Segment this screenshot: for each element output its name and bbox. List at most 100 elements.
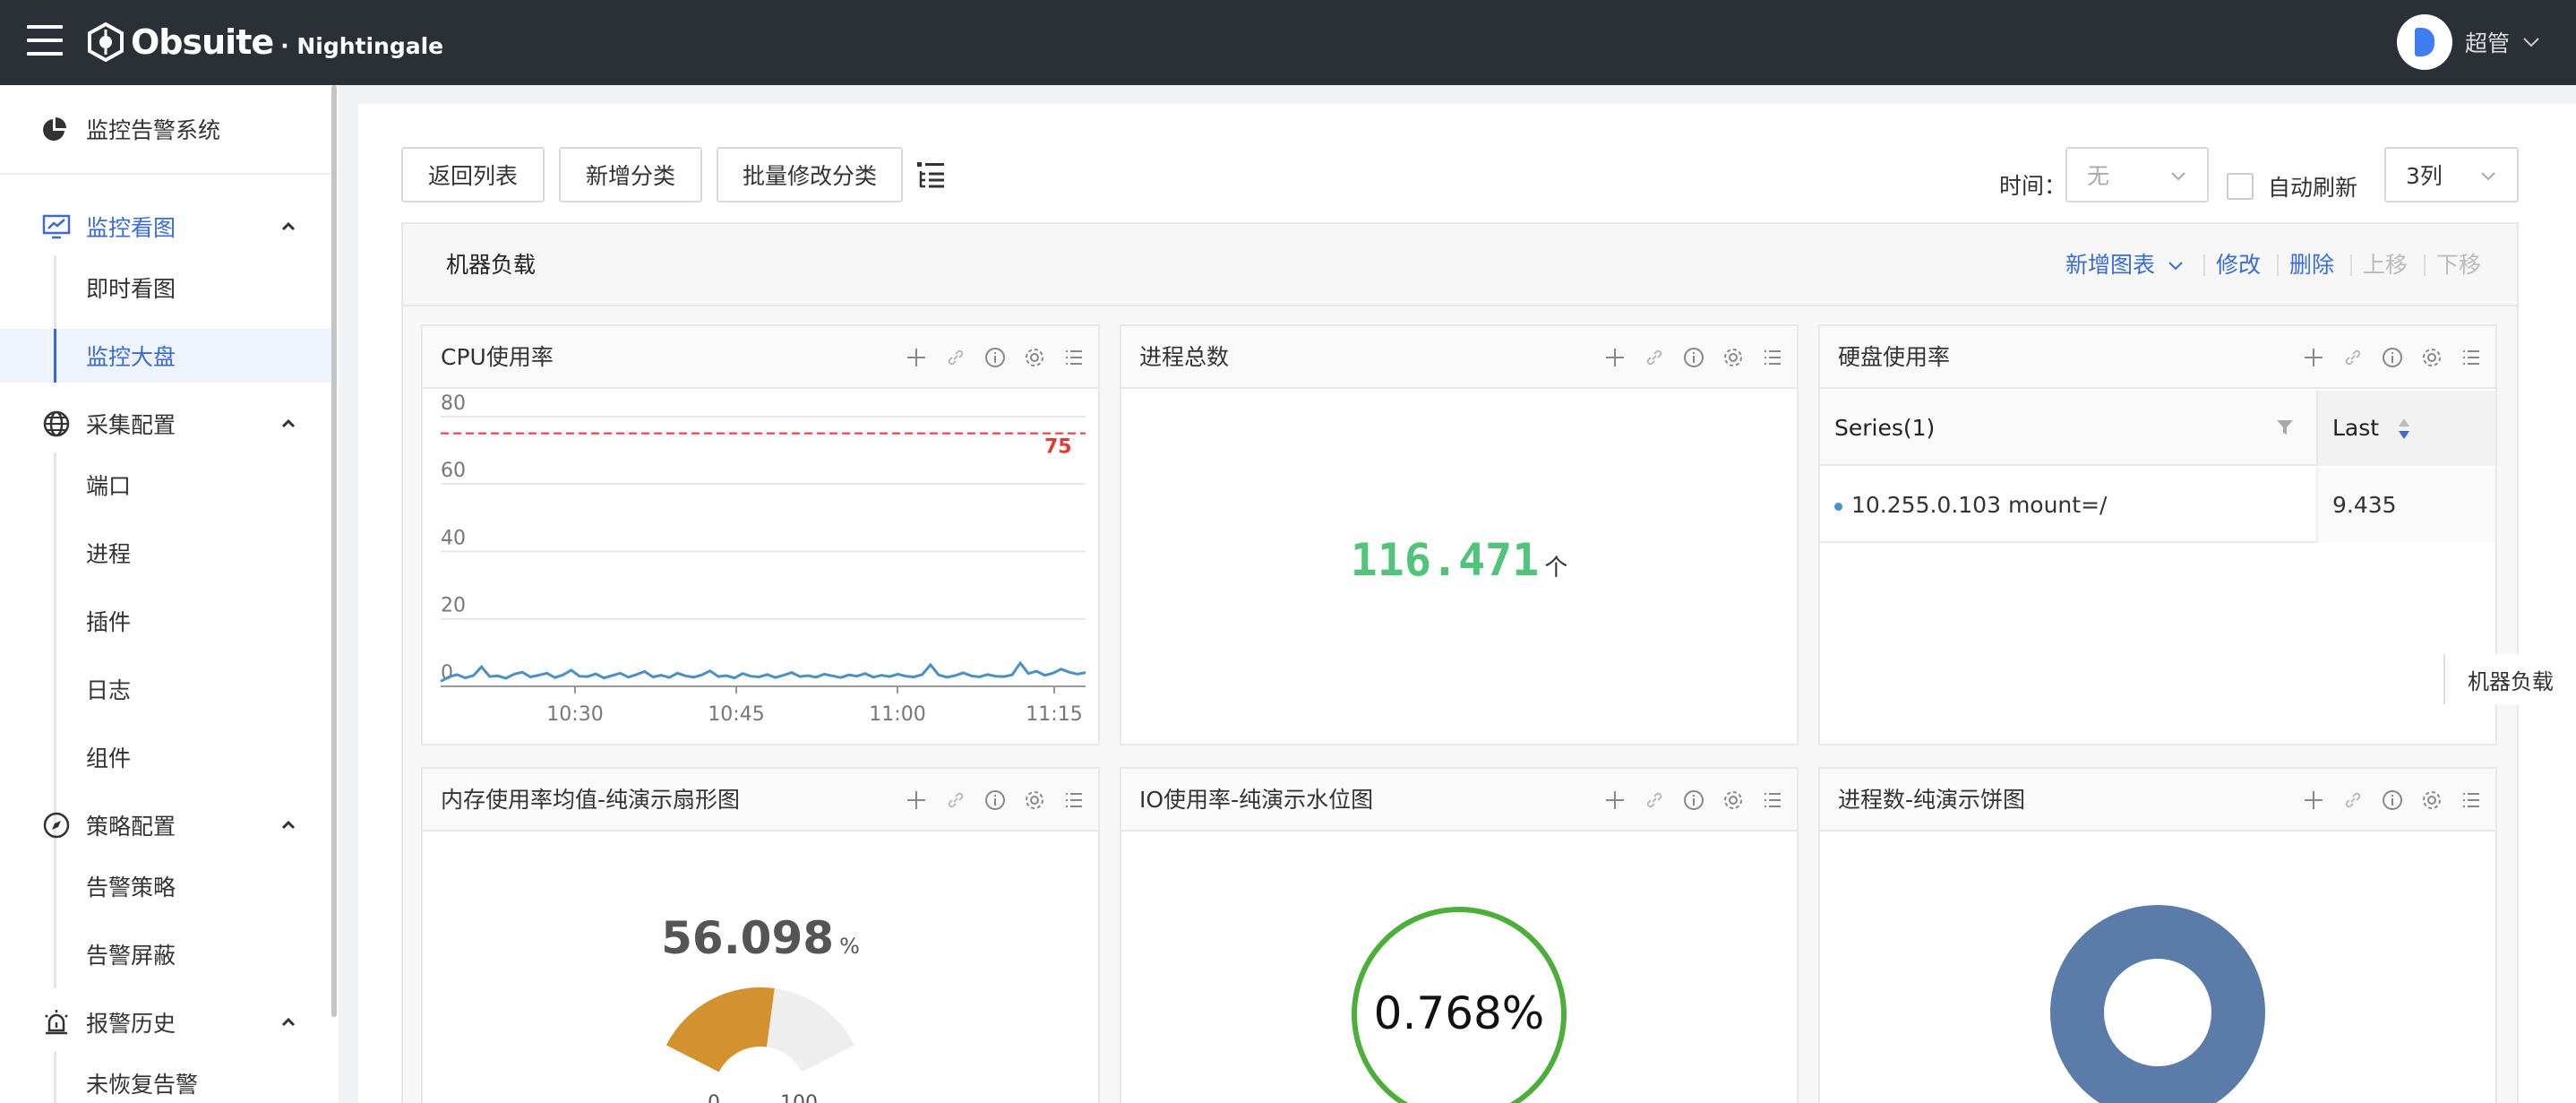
link-icon[interactable] (1643, 788, 1666, 812)
floating-group-tab[interactable]: 机器负载 (2443, 654, 2576, 704)
table-header: Series(1) Last (1820, 391, 2495, 466)
gear-icon[interactable] (1023, 346, 1046, 369)
auto-refresh-checkbox[interactable] (2227, 173, 2254, 200)
info-icon[interactable] (1682, 788, 1705, 812)
edit-group-button[interactable]: 修改 (2216, 224, 2261, 306)
memory-gauge: 0 100 (665, 987, 855, 1103)
alarm-light-icon (45, 1010, 68, 1035)
sidebar-item-log[interactable]: 日志 (0, 662, 337, 716)
sort-icon[interactable] (2397, 416, 2411, 443)
move-down-button[interactable]: 下移 (2436, 224, 2481, 306)
move-icon[interactable] (905, 788, 928, 812)
y-tick-label: 60 (441, 460, 466, 482)
panel-toolbar (889, 346, 1086, 369)
table-header-series: Series(1) (1834, 415, 1936, 441)
panel-header: 进程总数 (1121, 326, 1797, 389)
menu-list-icon[interactable] (1761, 788, 1784, 812)
time-select[interactable]: 无 (2065, 147, 2209, 203)
batch-edit-category-button[interactable]: 批量修改分类 (717, 147, 903, 203)
add-chart-dropdown[interactable]: 新增图表 (2065, 224, 2184, 306)
sidebar-group-history[interactable]: 报警历史 (0, 995, 337, 1049)
info-icon[interactable] (2381, 346, 2404, 369)
panel-title: 进程总数 (1139, 344, 1230, 370)
gauge-max-label: 100 (780, 1092, 818, 1103)
link-icon[interactable] (2341, 346, 2365, 369)
panel-toolbar (2286, 346, 2483, 369)
table-header-last-cell[interactable]: Last (2316, 391, 2495, 466)
back-to-list-button[interactable]: 返回列表 (401, 147, 545, 203)
panel-header: CPU使用率 (423, 326, 1098, 389)
sidebar-group-collect[interactable]: 采集配置 (0, 397, 337, 451)
move-icon[interactable] (1603, 346, 1627, 369)
move-icon[interactable] (2302, 346, 2325, 369)
delete-group-button[interactable]: 删除 (2289, 224, 2334, 306)
pie-area (1820, 833, 2495, 1103)
x-tick-label: 11:00 (869, 703, 925, 726)
top-bar: Obsuite · Nightingale 超管 (0, 0, 2576, 85)
info-icon[interactable] (1682, 346, 1705, 369)
link-icon[interactable] (1643, 346, 1666, 369)
gear-icon[interactable] (1722, 346, 1745, 369)
link-icon[interactable] (2341, 788, 2365, 812)
sidebar-item-port[interactable]: 端口 (0, 458, 337, 512)
add-category-button[interactable]: 新增分类 (559, 147, 702, 203)
cpu-line-chart: 020406080 10:30 10:45 11:00 11:15 75 (440, 392, 1086, 726)
move-icon[interactable] (1603, 788, 1627, 812)
gear-icon[interactable] (2420, 346, 2443, 369)
sidebar-group-dashboard[interactable]: 监控看图 (0, 200, 337, 254)
sidebar-system-title[interactable]: 监控告警系统 (0, 85, 337, 175)
columns-select[interactable]: 3列 (2384, 147, 2519, 203)
sidebar-item-alert-mute[interactable]: 告警屏蔽 (0, 927, 337, 981)
info-icon[interactable] (983, 788, 1007, 812)
gauge-min-label: 0 (708, 1092, 720, 1103)
panel-header: IO使用率-纯演示水位图 (1121, 769, 1797, 832)
sidebar-item-unrecovered-alerts[interactable]: 未恢复告警 (0, 1056, 337, 1103)
link-icon[interactable] (944, 788, 967, 812)
time-label: 时间： (1999, 173, 2067, 199)
list-settings-icon[interactable] (915, 159, 946, 190)
table-cell-series: 10.255.0.103 mount=/ (1834, 468, 2107, 543)
process-donut-chart (2050, 905, 2265, 1103)
sidebar-scrollbar[interactable] (331, 85, 337, 1017)
menu-list-icon[interactable] (1062, 788, 1086, 812)
y-tick-label: 80 (441, 392, 466, 415)
x-tick-label: 10:30 (546, 703, 603, 726)
move-up-button[interactable]: 上移 (2363, 224, 2408, 306)
gear-icon[interactable] (2420, 788, 2443, 812)
panel-title: 进程数-纯演示饼图 (1838, 787, 2026, 813)
sidebar-item-component[interactable]: 组件 (0, 730, 337, 784)
sidebar-item-instant-view[interactable]: 即时看图 (0, 261, 337, 315)
move-icon[interactable] (2302, 788, 2325, 812)
sidebar-item-label: 日志 (86, 677, 132, 703)
hamburger-menu-icon[interactable] (27, 25, 63, 57)
sidebar-item-big-dashboard[interactable]: 监控大盘 (0, 329, 337, 383)
time-select-value: 无 (2087, 163, 2110, 189)
sidebar-item-alert-strategy[interactable]: 告警策略 (0, 859, 337, 913)
panel-title: 内存使用率均值-纯演示扇形图 (441, 787, 741, 813)
move-icon[interactable] (905, 346, 928, 369)
filter-icon[interactable] (2275, 418, 2295, 437)
table-row[interactable]: 10.255.0.103 mount=/ 9.435 (1820, 468, 2495, 543)
auto-refresh-toggle[interactable]: 自动刷新 (2227, 161, 2357, 211)
panel-toolbar (2286, 788, 2483, 812)
brand-name: Obsuite (131, 22, 274, 62)
columns-select-value: 3列 (2406, 163, 2443, 189)
sidebar-system-title-label: 监控告警系统 (86, 117, 221, 143)
avatar[interactable] (2396, 14, 2452, 70)
gear-icon[interactable] (1722, 788, 1745, 812)
x-tick-label: 10:45 (708, 703, 764, 726)
menu-list-icon[interactable] (2460, 346, 2483, 369)
link-icon[interactable] (944, 346, 967, 369)
menu-list-icon[interactable] (2460, 788, 2483, 812)
menu-list-icon[interactable] (1761, 346, 1784, 369)
user-menu[interactable]: 超管 (2396, 14, 2540, 70)
sidebar-item-process[interactable]: 进程 (0, 526, 337, 580)
sidebar-group-strategy[interactable]: 策略配置 (0, 798, 337, 852)
sidebar-item-label: 告警策略 (86, 875, 176, 900)
menu-list-icon[interactable] (1062, 346, 1086, 369)
sidebar-item-plugin[interactable]: 插件 (0, 594, 337, 648)
info-icon[interactable] (983, 346, 1007, 369)
gear-icon[interactable] (1023, 788, 1046, 812)
info-icon[interactable] (2381, 788, 2404, 812)
app-logo[interactable]: Obsuite · Nightingale (86, 20, 443, 65)
